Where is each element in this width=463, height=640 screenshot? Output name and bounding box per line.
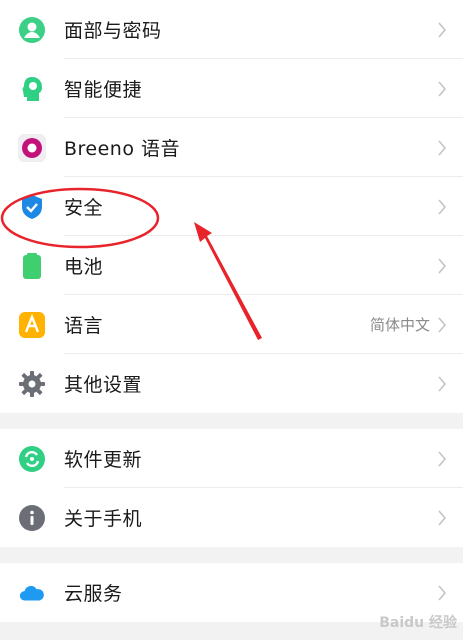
settings-row-label: 关于手机 — [64, 508, 143, 530]
watermark: Baidu 经验 — [379, 615, 457, 631]
smart-convenience-icon — [18, 75, 46, 103]
settings-row-label: 智能便捷 — [64, 79, 143, 101]
settings-row-about-phone[interactable]: 关于手机 — [0, 488, 463, 547]
settings-row-value: 简体中文 — [369, 316, 430, 334]
section-gap — [0, 547, 463, 563]
chevron-right-icon — [438, 80, 447, 97]
chevron-right-icon — [438, 257, 447, 274]
settings-row-other-settings[interactable]: 其他设置 — [0, 354, 463, 413]
settings-row-label: 软件更新 — [64, 449, 143, 471]
gear-icon — [18, 370, 46, 398]
breeno-voice-icon — [18, 133, 46, 162]
section-gap — [0, 413, 463, 429]
language-icon — [18, 311, 46, 339]
settings-row-security[interactable]: 安全 — [0, 177, 463, 236]
settings-row-label: Breeno 语音 — [64, 138, 181, 160]
settings-row-battery[interactable]: 电池 — [0, 236, 463, 295]
settings-row-label: 电池 — [64, 256, 104, 278]
battery-icon — [18, 252, 46, 280]
chevron-right-icon — [438, 139, 447, 156]
settings-row-label: 面部与密码 — [64, 20, 162, 42]
chevron-right-icon — [438, 21, 447, 38]
settings-row-breeno-voice[interactable]: Breeno 语音 — [0, 118, 463, 177]
settings-row-label: 语言 — [64, 315, 104, 337]
settings-row-software-update[interactable]: 软件更新 — [0, 429, 463, 488]
security-shield-icon — [18, 193, 46, 221]
settings-row-smart-convenience[interactable]: 智能便捷 — [0, 59, 463, 118]
software-update-icon — [18, 445, 46, 473]
chevron-right-icon — [438, 198, 447, 215]
settings-group-1: 面部与密码 智能便捷 Breeno 语音 安全 电池 语言 简体中文 其他设置 — [0, 0, 463, 413]
settings-row-label: 云服务 — [64, 583, 123, 605]
chevron-right-icon — [438, 584, 447, 601]
chevron-right-icon — [438, 375, 447, 392]
settings-row-language[interactable]: 语言 简体中文 — [0, 295, 463, 354]
settings-group-2: 软件更新 关于手机 — [0, 429, 463, 547]
settings-row-label: 其他设置 — [64, 374, 143, 396]
settings-row-label: 安全 — [64, 197, 104, 219]
chevron-right-icon — [438, 509, 447, 526]
about-phone-icon — [18, 504, 46, 532]
face-password-icon — [18, 16, 46, 44]
chevron-right-icon — [438, 450, 447, 467]
cloud-icon — [18, 579, 46, 607]
chevron-right-icon — [438, 316, 447, 333]
settings-row-face-password[interactable]: 面部与密码 — [0, 0, 463, 59]
